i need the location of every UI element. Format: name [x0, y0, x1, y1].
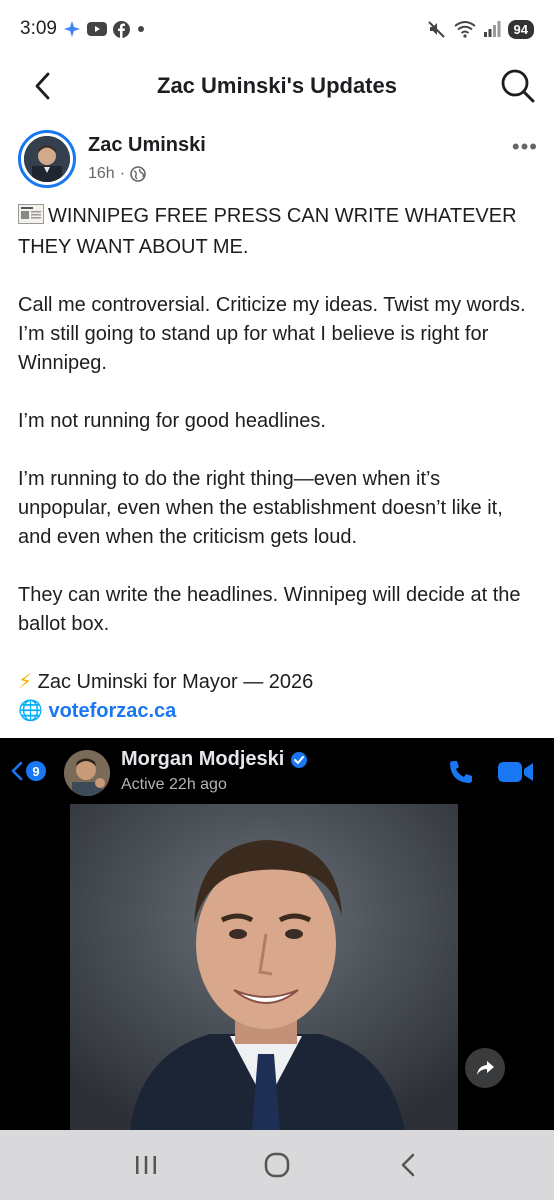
- post-signature: ⚡ Zac Uminski for Mayor — 2026 🌐 votefor…: [18, 668, 538, 726]
- more-options-icon[interactable]: •••: [512, 134, 538, 160]
- lightning-icon: ⚡: [18, 671, 33, 693]
- newspaper-icon: [18, 204, 44, 233]
- unread-badge: 9: [26, 761, 46, 781]
- post-paragraph-3: I’m running to do the right thing—even w…: [18, 468, 503, 548]
- share-arrow-icon: [477, 1061, 494, 1075]
- share-button[interactable]: [465, 1048, 505, 1088]
- post-paragraph-1: Call me controversial. Criticize my idea…: [18, 294, 526, 374]
- status-time: 3:09: [20, 18, 57, 39]
- verified-icon: [291, 751, 308, 768]
- wifi-icon: [453, 20, 476, 38]
- back-arrow-icon: [402, 1153, 415, 1177]
- phone-icon: [447, 758, 475, 791]
- globe-icon: 🌐: [18, 700, 43, 722]
- chevron-left-icon: [35, 72, 50, 100]
- notification-dot-icon: [136, 24, 146, 34]
- system-nav-bar: [0, 1130, 554, 1200]
- post-headline: WINNIPEG FREE PRESS CAN WRITE WHATEVER T…: [18, 205, 517, 258]
- chevron-left-icon: [11, 761, 23, 781]
- search-button[interactable]: [498, 66, 538, 106]
- post-headline-paragraph: WINNIPEG FREE PRESS CAN WRITE WHATEVER T…: [18, 202, 538, 262]
- battery-indicator: 94: [507, 19, 534, 39]
- search-icon: [501, 69, 535, 103]
- campaign-link[interactable]: voteforzac.ca: [48, 700, 176, 722]
- messenger-back-button: 9: [10, 760, 46, 782]
- status-bar: 3:09 94: [0, 0, 554, 58]
- meta-separator: ·: [119, 165, 126, 182]
- contact-status: Active 22h ago: [121, 776, 227, 793]
- post-body: WINNIPEG FREE PRESS CAN WRITE WHATEVER T…: [18, 202, 538, 726]
- signal-icon: [483, 20, 501, 38]
- system-back-button[interactable]: [378, 1145, 438, 1185]
- post-paragraph-2: I’m not running for good headlines.: [18, 410, 326, 432]
- recent-apps-button[interactable]: [116, 1145, 176, 1185]
- contact-name: Morgan Modjeski: [121, 748, 308, 771]
- video-call-icon: [497, 759, 535, 790]
- home-icon: [264, 1152, 290, 1178]
- mute-icon: [427, 19, 447, 39]
- page-title: Zac Uminski's Updates: [157, 73, 397, 98]
- home-button[interactable]: [247, 1145, 307, 1185]
- facebook-icon: [112, 20, 130, 38]
- contact-name-text: Morgan Modjeski: [121, 748, 285, 770]
- sparkle-icon: [63, 20, 81, 38]
- messenger-header: 9 Morgan Modjeski Active 22h ago: [0, 738, 554, 806]
- youtube-icon: [86, 21, 107, 37]
- recent-apps-icon: [135, 1156, 156, 1174]
- back-button[interactable]: [24, 68, 60, 104]
- author-avatar[interactable]: [18, 130, 76, 188]
- signature-line: Zac Uminski for Mayor — 2026: [37, 671, 314, 693]
- author-name[interactable]: Zac Uminski: [88, 134, 206, 157]
- post-time: 16h: [88, 165, 115, 182]
- page-header: Zac Uminski's Updates: [0, 58, 554, 114]
- post-image[interactable]: 9 Morgan Modjeski Active 22h ago: [0, 738, 554, 1130]
- post-meta: 16h ·: [88, 165, 146, 183]
- portrait-photo: [70, 804, 458, 1130]
- post-header: Zac Uminski 16h · •••: [18, 130, 538, 190]
- post-paragraph-4: They can write the headlines. Winnipeg w…: [18, 584, 521, 635]
- globe-privacy-icon: [130, 166, 146, 182]
- contact-avatar: [64, 750, 110, 796]
